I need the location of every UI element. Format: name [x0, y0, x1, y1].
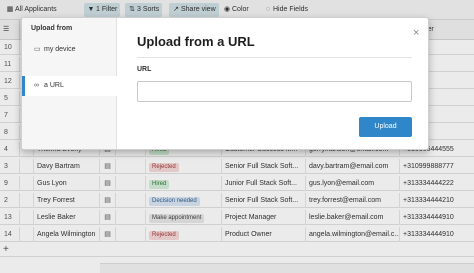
- source-label: my device: [44, 46, 76, 53]
- source-my-device[interactable]: ▭ my device: [22, 40, 117, 60]
- source-url[interactable]: ∞ a URL: [22, 76, 117, 96]
- upload-button[interactable]: Upload: [359, 117, 412, 137]
- url-input[interactable]: [137, 81, 412, 102]
- dialog-title: Upload from a URL: [137, 34, 255, 49]
- source-label: a URL: [44, 82, 64, 89]
- upload-dialog: Upload from ▭ my device ∞ a URL Upload fro…: [21, 17, 429, 150]
- upload-source-sidebar: Upload from ▭ my device ∞ a URL: [22, 18, 117, 149]
- monitor-icon: ▭: [34, 46, 41, 53]
- divider: [137, 57, 412, 58]
- close-icon[interactable]: ×: [413, 27, 419, 39]
- link-icon: ∞: [34, 82, 39, 89]
- url-label: URL: [137, 66, 152, 73]
- upload-panel: Upload from a URL × URL Upload: [118, 18, 428, 149]
- upload-from-heading: Upload from: [31, 25, 73, 32]
